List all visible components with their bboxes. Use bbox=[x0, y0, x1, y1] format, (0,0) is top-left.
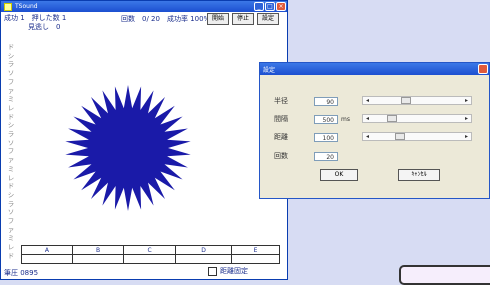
checkbox-box[interactable] bbox=[208, 266, 217, 276]
starburst-target[interactable] bbox=[63, 83, 193, 213]
setting-label: 間隔 bbox=[274, 115, 288, 123]
setting-slider[interactable]: ◂ ▸ bbox=[362, 114, 472, 123]
minimize-icon[interactable]: _ bbox=[254, 2, 264, 11]
dialog-title: 設定 bbox=[263, 66, 276, 74]
note-label: レ bbox=[7, 103, 15, 112]
slider-right-arrow-icon[interactable]: ▸ bbox=[462, 115, 471, 122]
note-scale-labels: ドシラソファミレドシラソファミレドシラソファミレド bbox=[7, 43, 15, 261]
note-label: シ bbox=[7, 51, 15, 60]
setting-value-input[interactable]: 90 bbox=[314, 96, 338, 106]
note-label: レ bbox=[7, 243, 15, 252]
ok-button[interactable]: OK bbox=[320, 169, 358, 181]
setting-row: 回数 20 bbox=[274, 151, 355, 161]
slider-right-arrow-icon[interactable]: ▸ bbox=[462, 133, 471, 140]
column-table: ABCDE bbox=[21, 245, 280, 264]
start-button[interactable]: 開始 bbox=[207, 13, 229, 25]
setting-value-input[interactable]: 100 bbox=[314, 132, 338, 142]
setting-unit: ms bbox=[341, 115, 350, 123]
slider-right-arrow-icon[interactable]: ▸ bbox=[462, 97, 471, 104]
settings-dialog: 設定 半径 90 間隔 500 ms 距離 100 回数 20 OK ｷｬﾝｾﾙ ◂ ▸ ◂ ▸ ◂ ▸ bbox=[259, 62, 490, 199]
note-label: シ bbox=[7, 121, 15, 130]
close-icon[interactable]: × bbox=[276, 2, 286, 11]
setting-slider[interactable]: ◂ ▸ bbox=[362, 96, 472, 105]
setting-label: 回数 bbox=[274, 152, 288, 160]
window-title: TSound bbox=[15, 3, 38, 10]
setting-row: 距離 100 bbox=[274, 132, 355, 142]
column-cell bbox=[123, 254, 176, 264]
column-cell bbox=[231, 254, 280, 264]
settings-button[interactable]: 設定 bbox=[257, 13, 279, 25]
setting-value-input[interactable]: 500 bbox=[314, 114, 338, 124]
stop-button[interactable]: 停止 bbox=[232, 13, 254, 25]
note-label: ド bbox=[7, 182, 15, 191]
note-label: ド bbox=[7, 112, 15, 121]
note-label: ソ bbox=[7, 69, 15, 78]
note-label: ソ bbox=[7, 208, 15, 217]
column-header-b: B bbox=[71, 245, 125, 255]
setting-row: 間隔 500 ms bbox=[274, 114, 355, 124]
setting-value-input[interactable]: 20 bbox=[314, 151, 338, 161]
slider-left-arrow-icon[interactable]: ◂ bbox=[363, 133, 372, 140]
miss-count: 見逃し 0 bbox=[28, 23, 61, 31]
note-label: ファ bbox=[7, 217, 15, 234]
note-label: ラ bbox=[7, 199, 15, 208]
main-window: TSound _ □ × 成功 1 押した数 1 見逃し 0 回数 0/ 20 … bbox=[0, 0, 288, 280]
setting-label: 半径 bbox=[274, 97, 288, 105]
slider-thumb[interactable] bbox=[395, 133, 406, 140]
maximize-icon[interactable]: □ bbox=[265, 2, 275, 11]
round-stats: 回数 0/ 20 成功率 100% bbox=[121, 15, 211, 23]
setting-slider[interactable]: ◂ ▸ bbox=[362, 132, 472, 141]
note-label: ミ bbox=[7, 164, 15, 173]
partial-popup bbox=[399, 265, 490, 285]
note-label: ミ bbox=[7, 234, 15, 243]
dialog-titlebar[interactable]: 設定 bbox=[260, 63, 489, 75]
note-label: ラ bbox=[7, 60, 15, 69]
column-header-c: C bbox=[123, 245, 176, 255]
note-label: ラ bbox=[7, 130, 15, 139]
column-cell bbox=[174, 254, 233, 264]
success-press-count: 成功 1 押した数 1 bbox=[4, 14, 67, 22]
slider-left-arrow-icon[interactable]: ◂ bbox=[363, 115, 372, 122]
note-label: ファ bbox=[7, 77, 15, 95]
column-header-e: E bbox=[231, 245, 280, 255]
main-titlebar[interactable]: TSound _ □ × bbox=[1, 1, 287, 12]
slider-left-arrow-icon[interactable]: ◂ bbox=[363, 97, 372, 104]
fix-distance-label: 距離固定 bbox=[220, 267, 248, 275]
app-icon bbox=[4, 2, 12, 11]
setting-row: 半径 90 bbox=[274, 96, 355, 106]
column-cell bbox=[71, 254, 125, 264]
column-header-a: A bbox=[21, 245, 73, 255]
note-label: ド bbox=[7, 43, 15, 51]
cancel-button[interactable]: ｷｬﾝｾﾙ bbox=[398, 169, 440, 181]
slider-thumb[interactable] bbox=[401, 97, 411, 104]
slider-thumb[interactable] bbox=[387, 115, 398, 122]
setting-label: 距離 bbox=[274, 133, 288, 141]
note-label: ド bbox=[7, 251, 15, 260]
score-stats: 成功 1 押した数 1 見逃し 0 bbox=[4, 14, 66, 32]
note-label: ソ bbox=[7, 138, 15, 147]
column-header-d: D bbox=[174, 245, 233, 255]
column-cell bbox=[21, 254, 73, 264]
pressure-status: 筆圧 0895 bbox=[4, 269, 39, 277]
note-label: ファ bbox=[7, 147, 15, 165]
note-label: レ bbox=[7, 173, 15, 182]
note-label: ミ bbox=[7, 95, 15, 104]
fix-distance-checkbox[interactable]: 距離固定 bbox=[208, 266, 248, 276]
dialog-close-icon[interactable] bbox=[478, 64, 488, 74]
note-label: シ bbox=[7, 190, 15, 199]
